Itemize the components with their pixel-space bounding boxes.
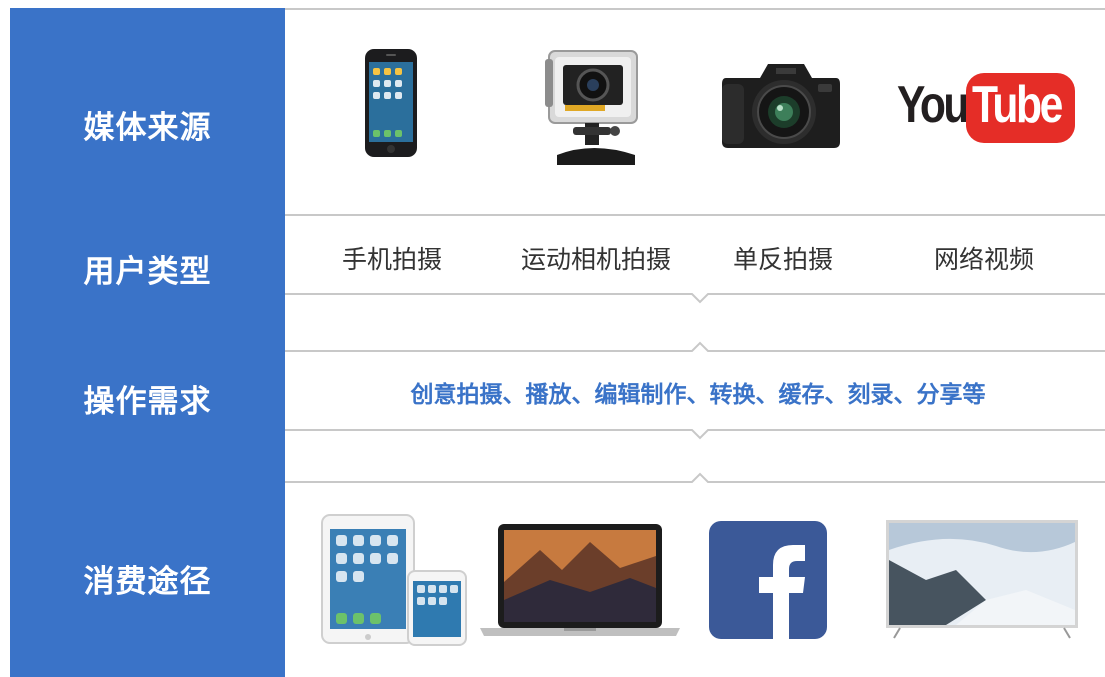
- user-type-action-camera: 运动相机拍摄: [520, 245, 672, 274]
- facebook-logo: [709, 521, 827, 639]
- operation-list: 创意拍摄、播放、编辑制作、转换、缓存、刻录、分享等: [410, 382, 986, 408]
- tv-icon: [886, 520, 1078, 639]
- laptop-icon: [480, 524, 680, 636]
- dslr-camera-icon: [722, 64, 840, 148]
- user-type-online-video: 网络视频: [933, 245, 1035, 274]
- action-camera-icon: [545, 50, 638, 165]
- youtube-tube-text: Tube: [972, 76, 1063, 134]
- user-type-dslr: 单反拍摄: [732, 245, 834, 274]
- user-type-phone: 手机拍摄: [341, 245, 443, 274]
- smartphone-icon: [365, 49, 417, 157]
- youtube-you-text: You: [897, 76, 969, 134]
- tablet-phone-icon: [321, 514, 467, 646]
- youtube-tube-box: Tube: [966, 73, 1075, 143]
- youtube-logo: You Tube: [897, 73, 1077, 143]
